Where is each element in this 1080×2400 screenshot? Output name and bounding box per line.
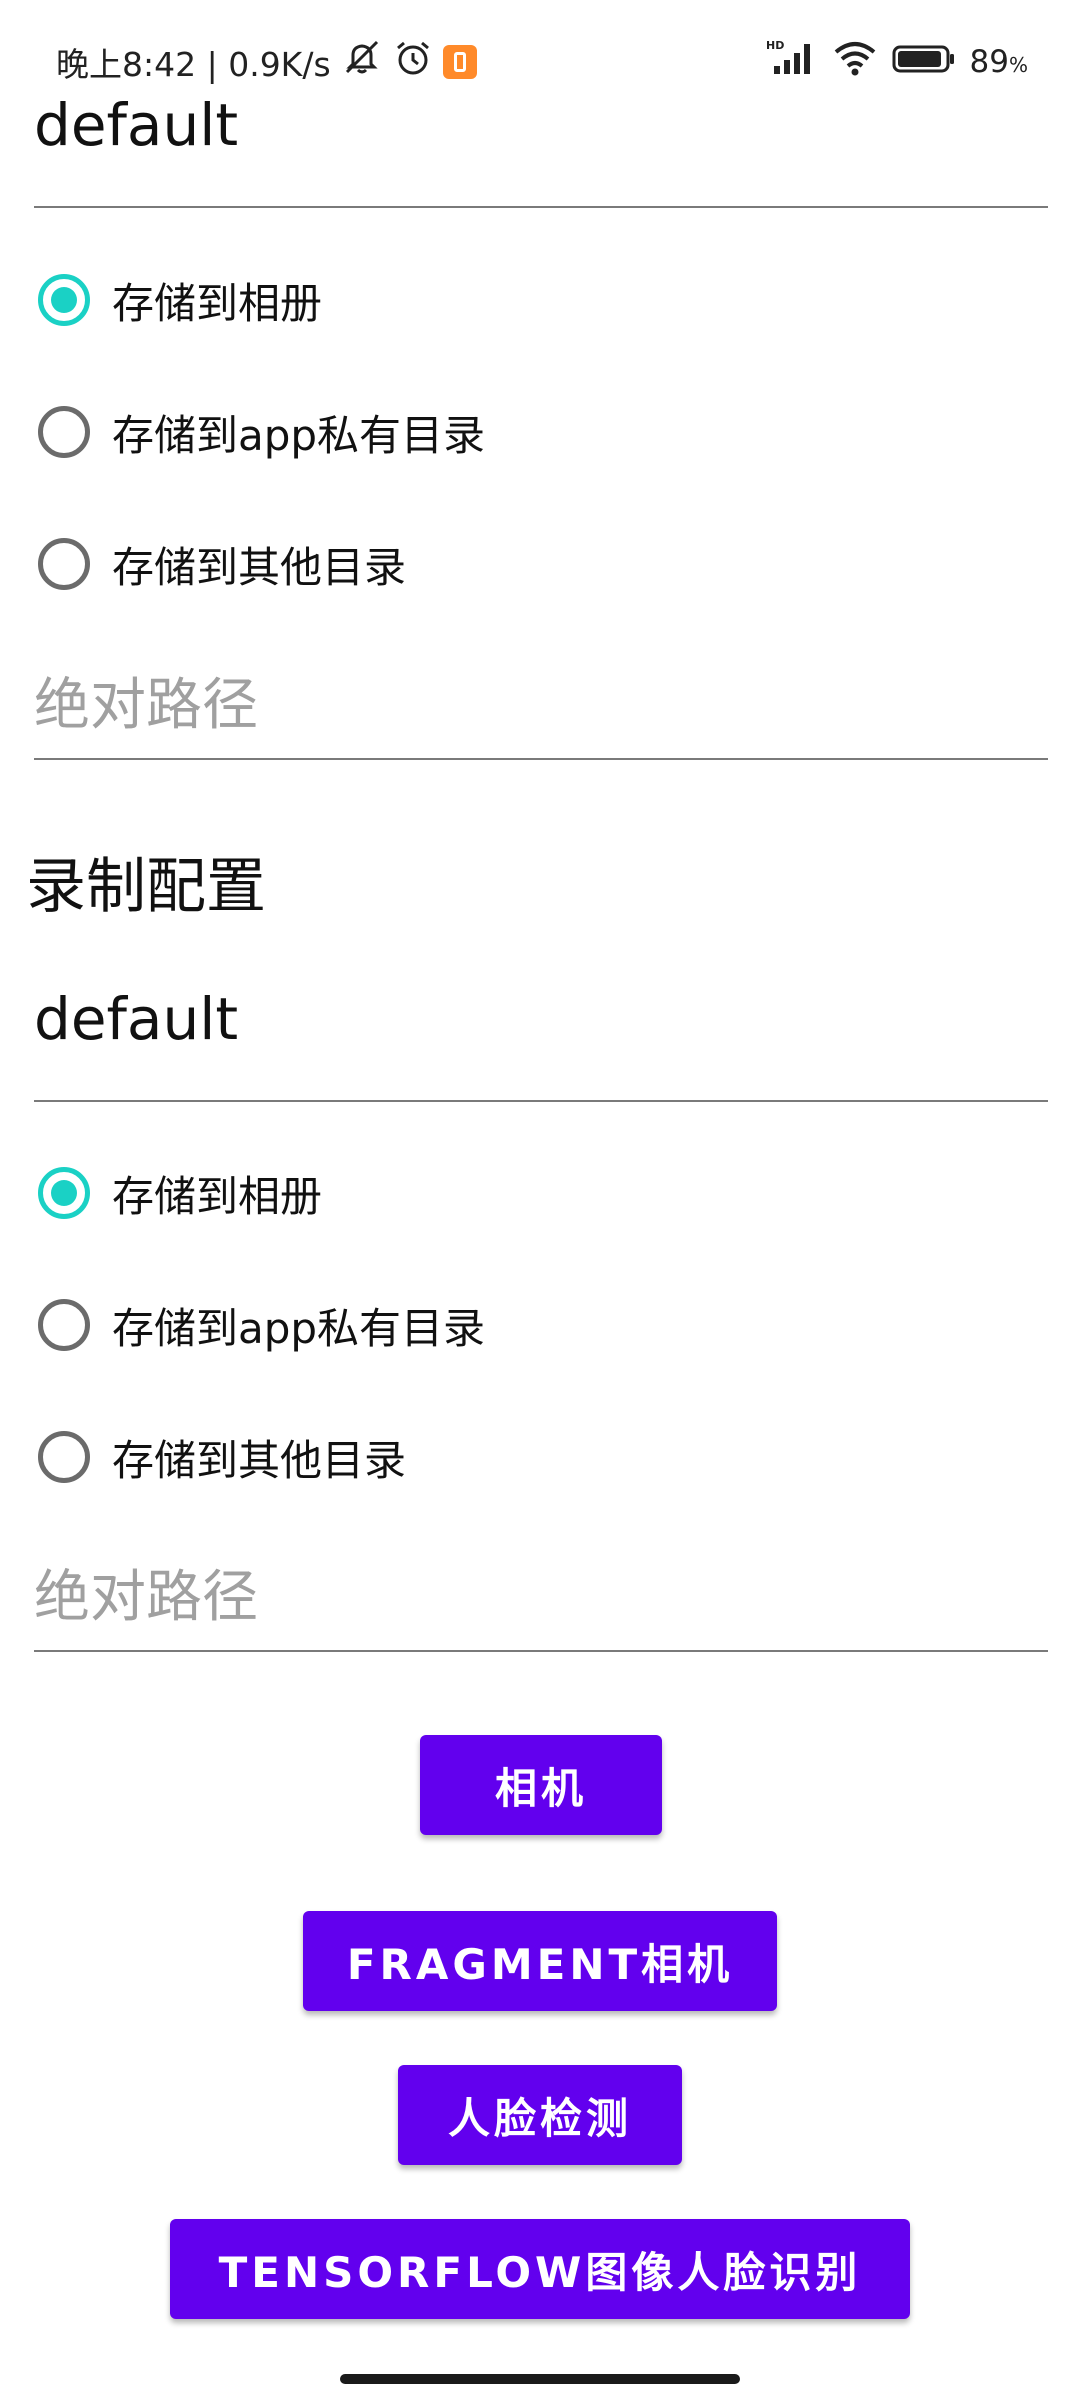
record-option-album[interactable]: 存储到相册 (38, 1158, 322, 1228)
capture-option-label: 存储到app私有目录 (112, 410, 486, 460)
record-option-label: 存储到app私有目录 (112, 1303, 486, 1353)
radio-checked-icon[interactable] (38, 274, 90, 326)
record-option-other[interactable]: 存储到其他目录 (38, 1422, 406, 1492)
capture-option-other[interactable]: 存储到其他目录 (38, 529, 406, 599)
capture-name-field[interactable]: default (34, 70, 1048, 208)
capture-option-app-private[interactable]: 存储到app私有目录 (38, 397, 485, 467)
radio-unchecked-icon[interactable] (38, 1299, 90, 1351)
face-detect-button[interactable]: 人脸检测 (398, 2065, 682, 2165)
fragment-camera-button[interactable]: FRAGMENT相机 (303, 1911, 777, 2011)
network-label: HD (766, 39, 784, 52)
home-indicator[interactable] (340, 2374, 740, 2384)
radio-checked-icon[interactable] (38, 1167, 90, 1219)
record-name-field[interactable]: default (34, 960, 1048, 1102)
record-option-app-private[interactable]: 存储到app私有目录 (38, 1290, 485, 1360)
capture-path-placeholder: 绝对路径 (34, 673, 258, 738)
radio-unchecked-icon[interactable] (38, 1431, 90, 1483)
capture-option-label: 存储到其他目录 (112, 542, 407, 592)
radio-unchecked-icon[interactable] (38, 538, 90, 590)
radio-unchecked-icon[interactable] (38, 406, 90, 458)
capture-option-label: 存储到相册 (112, 278, 323, 328)
capture-path-input[interactable]: 绝对路径 (34, 640, 1048, 760)
capture-option-album[interactable]: 存储到相册 (38, 265, 322, 335)
capture-name-value: default (34, 91, 239, 159)
record-path-placeholder: 绝对路径 (34, 1565, 258, 1630)
tensorflow-face-recognition-button[interactable]: TENSORFLOW图像人脸识别 (170, 2219, 910, 2319)
record-path-input[interactable]: 绝对路径 (34, 1532, 1048, 1652)
camera-button[interactable]: 相机 (420, 1735, 662, 1835)
record-option-label: 存储到其他目录 (112, 1435, 407, 1485)
record-option-label: 存储到相册 (112, 1171, 323, 1221)
record-name-value: default (34, 985, 239, 1053)
record-config-title: 录制配置 (26, 852, 266, 922)
